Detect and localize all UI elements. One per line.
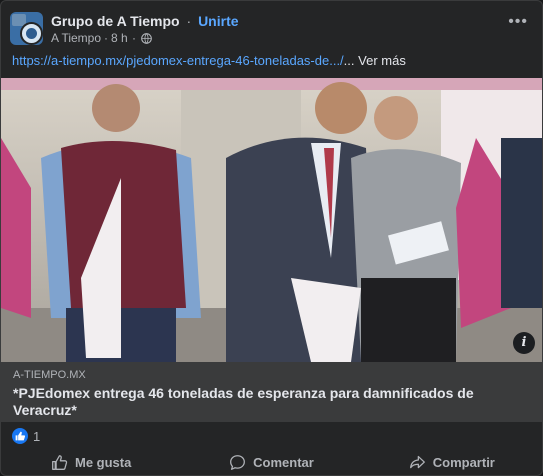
link-preview-image[interactable]: i <box>1 78 542 362</box>
reaction-summary[interactable]: 1 <box>12 428 40 444</box>
separator-dot: · <box>186 13 192 29</box>
more-options-icon[interactable]: ••• <box>508 14 528 30</box>
post-timestamp[interactable]: 8 h <box>111 31 128 45</box>
like-label: Me gusta <box>74 454 132 470</box>
thumbs-up-icon <box>52 454 68 470</box>
like-icon <box>12 428 28 444</box>
comment-label: Comentar <box>253 454 314 470</box>
post-text: https://a-tiempo.mx/pjedomex-entrega-46-… <box>12 53 406 68</box>
page-avatar <box>20 22 43 45</box>
event-photo <box>1 78 542 362</box>
post-header: Grupo de A Tiempo · Unirte A Tiempo · 8 … <box>1 1 542 49</box>
post-card: Grupo de A Tiempo · Unirte A Tiempo · 8 … <box>0 0 543 476</box>
group-name-link[interactable]: Grupo de A Tiempo <box>51 13 180 29</box>
article-link[interactable]: https://a-tiempo.mx/pjedomex-entrega-46-… <box>12 53 344 68</box>
comment-icon <box>230 454 246 470</box>
info-icon[interactable]: i <box>513 332 535 354</box>
action-bar: Me gusta Comentar Compartir <box>1 447 542 475</box>
comment-button[interactable]: Comentar <box>181 447 361 475</box>
share-button[interactable]: Compartir <box>362 447 542 475</box>
group-avatar[interactable] <box>10 12 43 45</box>
link-preview-caption[interactable]: A-TIEMPO.MX *PJEdomex entrega 46 tonelad… <box>1 362 542 422</box>
like-button[interactable]: Me gusta <box>1 447 181 475</box>
author-name[interactable]: A Tiempo <box>51 31 101 45</box>
group-line: Grupo de A Tiempo · Unirte <box>51 13 239 29</box>
preview-domain: A-TIEMPO.MX <box>13 369 86 381</box>
share-label: Compartir <box>432 454 495 470</box>
meta-separator: · <box>104 31 109 45</box>
reaction-count: 1 <box>33 428 41 444</box>
share-icon <box>409 455 425 468</box>
join-group-button[interactable]: Unirte <box>198 13 238 29</box>
ellipsis: ... <box>343 53 355 68</box>
post-meta: A Tiempo · 8 h · <box>51 31 152 45</box>
preview-title: *PJEdomex entrega 46 toneladas de espera… <box>13 385 474 418</box>
see-more-button[interactable]: Ver más <box>358 53 406 68</box>
globe-icon <box>141 32 152 44</box>
